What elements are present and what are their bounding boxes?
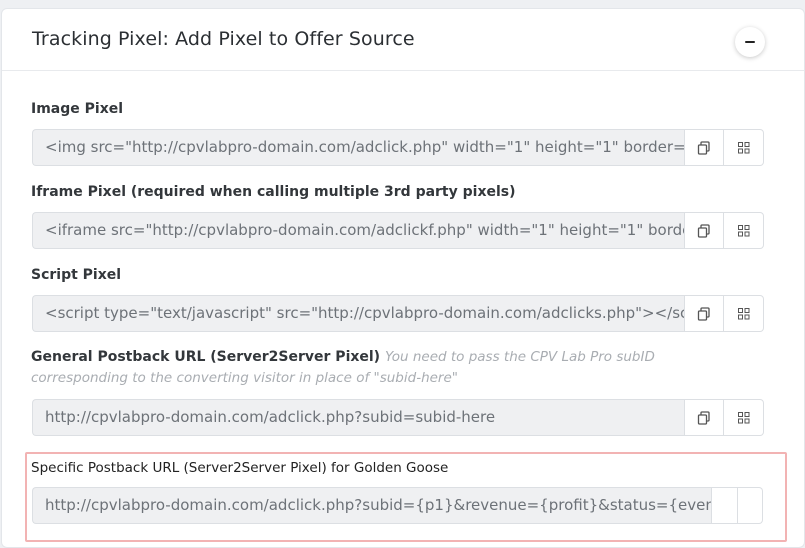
copy-icon <box>697 306 710 321</box>
script-pixel-input[interactable]: <script type="text/javascript" src="http… <box>32 295 684 332</box>
general-postback-input[interactable]: http://cpvlabpro-domain.com/adclick.php?… <box>32 399 684 436</box>
grid-button[interactable] <box>724 399 764 436</box>
script-pixel-label: Script Pixel <box>31 267 122 283</box>
minus-icon <box>745 41 755 43</box>
card-header: Tracking Pixel: Add Pixel to Offer Sourc… <box>2 9 804 71</box>
grid-button[interactable] <box>724 129 764 166</box>
card-title: Tracking Pixel: Add Pixel to Offer Sourc… <box>32 28 415 50</box>
grid-icon <box>737 307 749 319</box>
collapse-button[interactable] <box>735 27 765 57</box>
copy-icon <box>697 223 710 238</box>
iframe-pixel-input[interactable]: <iframe src="http://cpvlabpro-domain.com… <box>32 212 684 249</box>
copy-icon <box>697 140 710 155</box>
specific-postback-group: http://cpvlabpro-domain.com/adclick.php?… <box>32 487 763 524</box>
grid-icon <box>737 411 749 423</box>
image-pixel-group: <img src="http://cpvlabpro-domain.com/ad… <box>32 129 764 166</box>
specific-postback-label: Specific Postback URL (Server2Server Pix… <box>31 460 449 476</box>
copy-button[interactable] <box>684 129 724 166</box>
grid-button[interactable] <box>738 487 763 524</box>
copy-button[interactable] <box>684 399 724 436</box>
general-postback-label: General Postback URL (Server2Server Pixe… <box>31 347 741 389</box>
general-postback-group: http://cpvlabpro-domain.com/adclick.php?… <box>32 399 764 436</box>
general-postback-title: General Postback URL (Server2Server Pixe… <box>31 349 381 365</box>
copy-button[interactable] <box>684 212 724 249</box>
grid-icon <box>737 224 749 236</box>
grid-icon <box>737 141 749 153</box>
iframe-pixel-group: <iframe src="http://cpvlabpro-domain.com… <box>32 212 764 249</box>
copy-button[interactable] <box>711 487 738 524</box>
grid-button[interactable] <box>724 295 764 332</box>
specific-postback-input[interactable]: http://cpvlabpro-domain.com/adclick.php?… <box>32 487 711 524</box>
image-pixel-label: Image Pixel <box>31 101 124 117</box>
grid-button[interactable] <box>724 212 764 249</box>
image-pixel-input[interactable]: <img src="http://cpvlabpro-domain.com/ad… <box>32 129 684 166</box>
script-pixel-group: <script type="text/javascript" src="http… <box>32 295 764 332</box>
copy-button[interactable] <box>684 295 724 332</box>
iframe-pixel-label: Iframe Pixel (required when calling mult… <box>31 184 516 200</box>
copy-icon <box>697 410 710 425</box>
